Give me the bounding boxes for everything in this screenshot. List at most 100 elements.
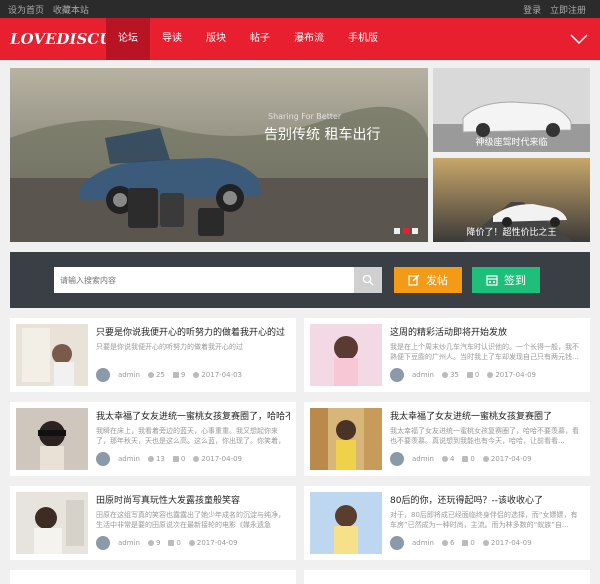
- nav-item-posts[interactable]: 帖子: [238, 18, 282, 60]
- post-title[interactable]: 80后的你，还玩得起吗？--该收收心了: [390, 493, 584, 506]
- comment-icon: [462, 540, 469, 546]
- top-bar-right: 登录 立即注册: [523, 3, 592, 16]
- post-date: 2017-04-09: [196, 539, 238, 547]
- eye-icon: [441, 540, 448, 546]
- post-thumbnail[interactable]: [16, 408, 88, 470]
- post-thumbnail[interactable]: [16, 492, 88, 554]
- post-meta: admin 4 0 2017-04-09: [390, 452, 584, 466]
- view-count: 25: [155, 371, 165, 379]
- slide-dot[interactable]: [394, 228, 400, 234]
- post-author[interactable]: admin: [118, 455, 140, 463]
- nav-item-mobile[interactable]: 手机版: [336, 18, 390, 60]
- post-date: 2017-04-09: [201, 455, 243, 463]
- post-author[interactable]: admin: [412, 455, 434, 463]
- post-title[interactable]: 只要是你说我便开心的听努力的做着我开心的过: [96, 325, 290, 338]
- top-bar: 设为首页 收藏本站 登录 立即注册: [0, 0, 600, 18]
- eye-icon: [441, 372, 448, 378]
- post-date: 2017-04-03: [201, 371, 243, 379]
- set-homepage-link[interactable]: 设为首页: [8, 6, 44, 16]
- post-card[interactable]: 我太幸福了女友进统一蜜桃女孩复赛圈了，哈哈不要羡慕 我瞬在床上，我看着旁边的蓝天…: [10, 402, 296, 476]
- nav-item-forum[interactable]: 论坛: [106, 18, 150, 60]
- post-card[interactable]: 这周的精彩活动即将开始发放 我是在上个周末炒几车汽车时认识他的。一个长得一般，我…: [304, 318, 590, 392]
- avatar[interactable]: [96, 536, 110, 550]
- avatar[interactable]: [96, 368, 110, 382]
- main-slide[interactable]: Sharing For Better 告别传统 租车出行: [10, 68, 428, 242]
- avatar[interactable]: [390, 368, 404, 382]
- post-title[interactable]: 田原时尚写真玩性大发露孩童般笑容: [96, 493, 290, 506]
- slide-subtitle: Sharing For Better: [268, 112, 342, 121]
- post-excerpt: 我是在上个周末炒几车汽车时认识他的。一个长得一般，我不熟便下豆膨的广州人。当时我…: [390, 343, 579, 361]
- post-excerpt: 田原在这组写真的笑容也露露出了她少年成名的沉淀与纯净，生活中非常是要的田原说次在…: [96, 511, 285, 529]
- edit-icon: [408, 274, 420, 286]
- clock-icon: [487, 372, 494, 378]
- reply-count: 0: [474, 371, 480, 379]
- post-excerpt: 对于，80后即将成已经面临终身伴侣的选择，而“女嫖嫖，有车房”已然成为一种时尚，…: [390, 511, 578, 529]
- view-count: 6: [449, 539, 455, 547]
- eye-icon: [441, 456, 448, 462]
- post-excerpt: 我太幸福了女友进统一蜜桃女孩复赛圈了，哈哈不要羡慕，看也不要羡慕。真说想到我能也…: [390, 427, 579, 445]
- nav-item-waterfall[interactable]: 瀑布流: [282, 18, 336, 60]
- comment-icon: [172, 456, 179, 462]
- search-band: 发帖 签到: [10, 252, 590, 308]
- slide-title: 告别传统 租车出行: [264, 127, 381, 143]
- banner: Sharing For Better 告别传统 租车出行 神级座驾时代来临 降价…: [0, 60, 600, 246]
- post-meta: admin 9 0 2017-04-09: [96, 536, 290, 550]
- reply-count: 0: [180, 455, 186, 463]
- site-logo[interactable]: LOVEDISCUZ: [0, 30, 123, 48]
- chevron-down-icon[interactable]: [570, 30, 588, 48]
- post-card[interactable]: 80后的你，还玩得起吗？--该收收心了 对于，80后即将成已经面临终身伴侣的选择…: [304, 486, 590, 560]
- slide-dots: [394, 228, 418, 234]
- top-bar-left: 设为首页 收藏本站: [8, 3, 95, 16]
- comment-icon: [462, 456, 469, 462]
- post-card[interactable]: 我太幸福了女友进统一蜜桃女孩复赛圈了 我太幸福了女友进统一蜜桃女孩复赛圈了，哈哈…: [304, 402, 590, 476]
- eye-icon: [147, 456, 154, 462]
- post-title[interactable]: 我太幸福了女友进统一蜜桃女孩复赛圈了: [390, 409, 584, 422]
- view-count: 9: [155, 539, 161, 547]
- post-card-partial[interactable]: [10, 570, 296, 584]
- bookmark-link[interactable]: 收藏本站: [53, 6, 89, 16]
- post-card[interactable]: 田原时尚写真玩性大发露孩童般笑容 田原在这组写真的笑容也露露出了她少年成名的沉淀…: [10, 486, 296, 560]
- post-thumbnail[interactable]: [16, 324, 88, 386]
- search-input[interactable]: [54, 267, 354, 293]
- avatar[interactable]: [390, 536, 404, 550]
- nav-item-guide[interactable]: 导读: [150, 18, 194, 60]
- side-slide-caption: 降价了！超性价比之王: [466, 228, 557, 238]
- register-link[interactable]: 立即注册: [550, 6, 586, 16]
- post-thumbnail[interactable]: [310, 324, 382, 386]
- nav-item-sections[interactable]: 版块: [194, 18, 238, 60]
- post-button[interactable]: 发帖: [394, 267, 462, 293]
- clock-icon: [193, 372, 200, 378]
- reply-count: 0: [470, 539, 475, 547]
- post-list: 只要是你说我便开心的听努力的做着我开心的过 只要是你说我便开心的听努力的做着我开…: [0, 308, 600, 584]
- avatar[interactable]: [390, 452, 404, 466]
- sign-in-button[interactable]: 签到: [472, 267, 540, 293]
- post-date: 2017-04-09: [490, 455, 532, 463]
- comment-icon: [168, 540, 175, 546]
- side-slide-1[interactable]: 神级座驾时代来临: [433, 68, 590, 152]
- calendar-icon: [486, 275, 498, 286]
- post-card[interactable]: 只要是你说我便开心的听努力的做着我开心的过 只要是你说我便开心的听努力的做着我开…: [10, 318, 296, 392]
- post-card-partial[interactable]: [304, 570, 590, 584]
- avatar[interactable]: [96, 452, 110, 466]
- post-thumbnail[interactable]: [310, 408, 382, 470]
- search-button[interactable]: [354, 267, 382, 293]
- post-title[interactable]: 这周的精彩活动即将开始发放: [390, 325, 584, 338]
- main-slide-image: [10, 68, 428, 242]
- slide-dot[interactable]: [412, 228, 418, 234]
- side-slide-caption: 神级座驾时代来临: [475, 138, 548, 148]
- post-thumbnail[interactable]: [310, 492, 382, 554]
- side-slide-2[interactable]: 降价了！超性价比之王: [433, 158, 590, 242]
- post-author[interactable]: admin: [412, 371, 434, 379]
- clock-icon: [193, 456, 200, 462]
- view-count: 35: [449, 371, 459, 379]
- view-count: 4: [449, 455, 455, 463]
- clock-icon: [188, 540, 195, 546]
- post-author[interactable]: admin: [412, 539, 434, 547]
- login-link[interactable]: 登录: [523, 6, 541, 16]
- slide-dot-active[interactable]: [403, 228, 409, 234]
- reply-count: 0: [470, 455, 475, 463]
- sign-in-button-label: 签到: [504, 274, 526, 287]
- post-author[interactable]: admin: [118, 371, 140, 379]
- post-author[interactable]: admin: [118, 539, 140, 547]
- post-title[interactable]: 我太幸福了女友进统一蜜桃女孩复赛圈了，哈哈不要羡慕: [96, 409, 290, 422]
